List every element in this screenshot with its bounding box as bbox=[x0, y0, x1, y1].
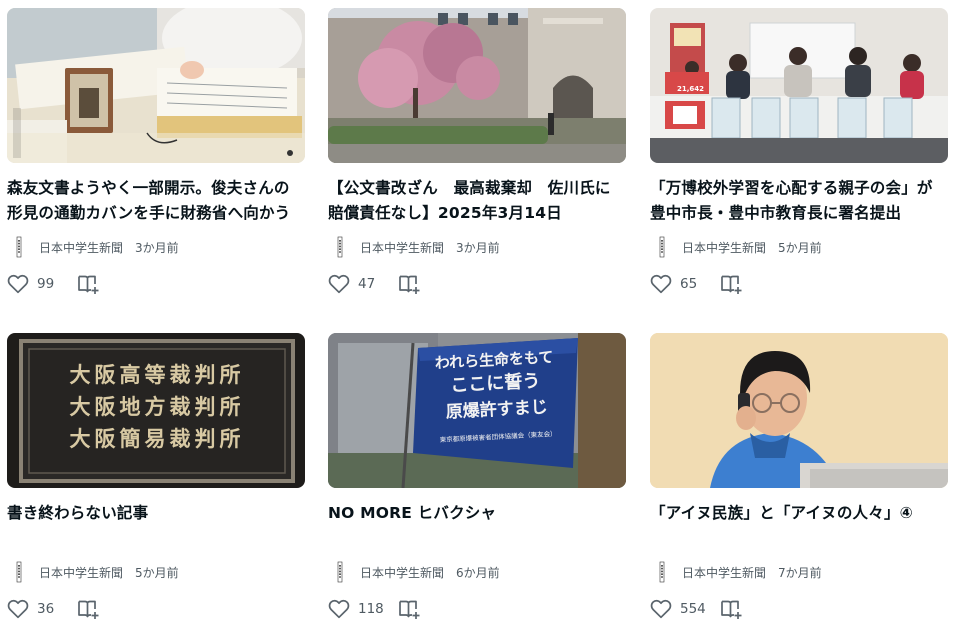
magazine-add-button[interactable] bbox=[720, 598, 744, 620]
published-time: 3か月前 bbox=[456, 240, 500, 255]
creator-name[interactable]: 日本中学生新聞 bbox=[360, 239, 444, 256]
like-button[interactable] bbox=[650, 599, 672, 619]
like-count: 99 bbox=[37, 276, 55, 292]
magazine-add-button[interactable] bbox=[77, 598, 101, 620]
article-actions: 118 bbox=[328, 597, 626, 621]
creator-avatar-icon[interactable] bbox=[328, 560, 352, 584]
article-meta: 日本中学生新聞 7か月前 bbox=[650, 560, 948, 584]
article-title[interactable]: 「アイヌ民族」と「アイヌの人々」④ bbox=[650, 501, 948, 526]
like-count: 65 bbox=[680, 276, 698, 292]
magazine-add-icon bbox=[399, 275, 420, 294]
magazine-add-button[interactable] bbox=[77, 273, 101, 295]
published-time: 5か月前 bbox=[778, 240, 822, 255]
article-title[interactable]: NO MORE ヒバクシャ bbox=[328, 501, 626, 526]
court-name-district: 大阪地方裁判所 bbox=[69, 394, 245, 419]
article-actions: 99 bbox=[7, 272, 305, 296]
like-count: 36 bbox=[37, 601, 55, 617]
article-thumbnail[interactable] bbox=[7, 8, 305, 163]
article-thumbnail[interactable] bbox=[328, 8, 626, 163]
published-time: 3か月前 bbox=[135, 240, 179, 255]
heart-icon bbox=[7, 599, 29, 619]
article-title[interactable]: 「万博校外学習を心配する親子の会」が豊中市長・豊中市教育長に署名提出 bbox=[650, 176, 948, 226]
magazine-add-icon bbox=[721, 600, 742, 619]
like-button[interactable] bbox=[7, 274, 29, 294]
article-actions: 65 bbox=[650, 272, 948, 296]
court-name-summary: 大阪簡易裁判所 bbox=[69, 426, 245, 451]
article-meta: 日本中学生新聞 6か月前 bbox=[328, 560, 626, 584]
article-thumbnail[interactable]: われら生命をもて ここに誓う 原爆許すまじ 東京都原爆被害者団体協議会（東友会） bbox=[328, 333, 626, 488]
like-count: 554 bbox=[680, 601, 706, 617]
article-actions: 47 bbox=[328, 272, 626, 296]
article-title[interactable]: 森友文書ようやく一部開示。俊夫さんの形見の通勤カバンを手に財務省へ向かう bbox=[7, 176, 305, 226]
published-time: 6か月前 bbox=[456, 565, 500, 580]
like-button[interactable] bbox=[650, 274, 672, 294]
creator-avatar-icon[interactable] bbox=[7, 235, 31, 259]
magazine-add-icon bbox=[78, 600, 99, 619]
desk-documents-photo bbox=[7, 8, 305, 163]
article-title[interactable]: 書き終わらない記事 bbox=[7, 501, 305, 526]
student-on-phone-photo bbox=[650, 333, 948, 488]
article-thumbnail[interactable]: 大阪高等裁判所 大阪地方裁判所 大阪簡易裁判所 bbox=[7, 333, 305, 488]
article-title[interactable]: 【公文書改ざん 最高裁棄却 佐川氏に賠償責任なし】2025年3月14日 bbox=[328, 176, 626, 226]
magazine-add-button[interactable] bbox=[720, 273, 744, 295]
like-count: 47 bbox=[358, 276, 376, 292]
heart-icon bbox=[7, 274, 29, 294]
creator-name[interactable]: 日本中学生新聞 bbox=[682, 564, 766, 581]
creator-avatar-icon[interactable] bbox=[650, 560, 674, 584]
magazine-add-button[interactable] bbox=[398, 273, 422, 295]
creator-avatar-icon[interactable] bbox=[650, 235, 674, 259]
like-button[interactable] bbox=[7, 599, 29, 619]
article-meta: 日本中学生新聞 3か月前 bbox=[328, 235, 626, 259]
article-actions: 36 bbox=[7, 597, 305, 621]
magazine-add-icon bbox=[399, 600, 420, 619]
protest-banner-text: われら生命をもて ここに誓う 原爆許すまじ 東京都原爆被害者団体協議会（東友会） bbox=[420, 345, 573, 447]
creator-name[interactable]: 日本中学生新聞 bbox=[39, 239, 123, 256]
magazine-add-icon bbox=[78, 275, 99, 294]
magazine-add-icon bbox=[721, 275, 742, 294]
heart-icon bbox=[650, 274, 672, 294]
published-time: 5か月前 bbox=[135, 565, 179, 580]
article-meta: 日本中学生新聞 5か月前 bbox=[7, 560, 305, 584]
creator-avatar-icon[interactable] bbox=[7, 560, 31, 584]
heart-icon bbox=[650, 599, 672, 619]
article-thumbnail[interactable] bbox=[650, 333, 948, 488]
heart-icon bbox=[328, 274, 350, 294]
like-count: 118 bbox=[358, 601, 384, 617]
heart-icon bbox=[328, 599, 350, 619]
press-board-number: 21,642 bbox=[677, 85, 705, 93]
court-name-high: 大阪高等裁判所 bbox=[69, 362, 245, 387]
creator-name[interactable]: 日本中学生新聞 bbox=[682, 239, 766, 256]
article-actions: 554 bbox=[650, 597, 948, 621]
creator-name[interactable]: 日本中学生新聞 bbox=[39, 564, 123, 581]
like-button[interactable] bbox=[328, 274, 350, 294]
published-time: 7か月前 bbox=[778, 565, 822, 580]
magazine-add-button[interactable] bbox=[398, 598, 422, 620]
like-button[interactable] bbox=[328, 599, 350, 619]
note-article-grid: 森友文書ようやく一部開示。俊夫さんの形見の通勤カバンを手に財務省へ向かう 日本中… bbox=[0, 0, 954, 619]
creator-name[interactable]: 日本中学生新聞 bbox=[360, 564, 444, 581]
article-meta: 日本中学生新聞 3か月前 bbox=[7, 235, 305, 259]
article-meta: 日本中学生新聞 5か月前 bbox=[650, 235, 948, 259]
court-nameplate-text: 大阪高等裁判所 大阪地方裁判所 大阪簡易裁判所 bbox=[37, 359, 277, 455]
creator-avatar-icon[interactable] bbox=[328, 235, 352, 259]
court-building-cherry-blossom-photo bbox=[328, 8, 626, 163]
article-thumbnail[interactable]: 21,642 bbox=[650, 8, 948, 163]
